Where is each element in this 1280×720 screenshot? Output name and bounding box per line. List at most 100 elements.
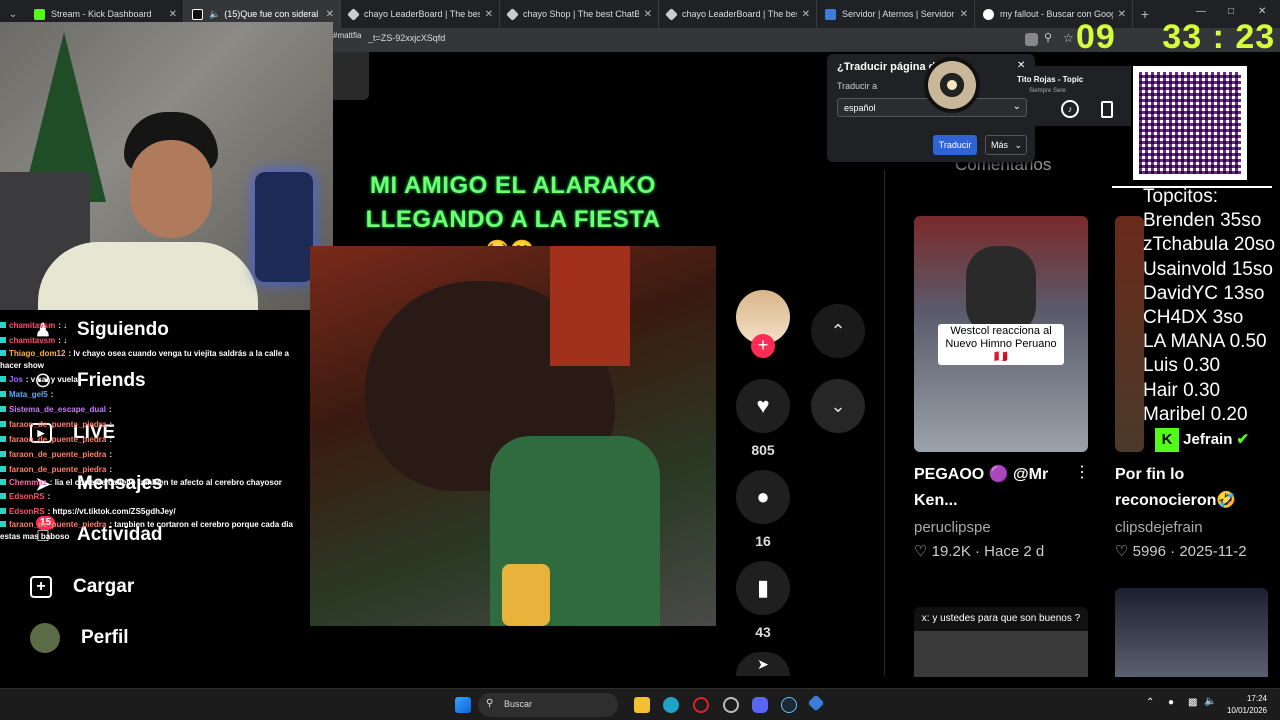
close-icon[interactable]: ✕ <box>644 9 652 20</box>
related-video-card-2[interactable] <box>1115 216 1144 452</box>
chat-text: ↓ <box>63 321 68 330</box>
tray-chevron-up-icon[interactable]: ⌃ <box>1146 697 1154 708</box>
upload-icon: + <box>30 576 52 598</box>
tab-chayo-leaderboard-2[interactable]: chayo LeaderBoard | The best Chat ✕ <box>659 0 817 28</box>
translate-title: ¿Traducir página de <box>837 61 942 73</box>
like-button[interactable]: ♥ <box>736 379 790 433</box>
chat-username[interactable]: faraon_de_puente_piedra <box>9 420 106 429</box>
tab-list-dropdown-icon[interactable]: ⌄ <box>0 9 26 20</box>
opera-icon[interactable] <box>693 697 709 713</box>
video-player[interactable] <box>310 246 716 626</box>
chat-username[interactable]: Mata_gel5 <box>9 390 48 399</box>
streamer-shirt <box>38 242 258 310</box>
close-icon[interactable]: ✕ <box>802 9 810 20</box>
chat-username[interactable]: Sistema_de_escape_dual <box>9 405 106 414</box>
more-options-icon[interactable]: ⋮ <box>1074 462 1090 482</box>
streamer-figure <box>38 112 258 310</box>
volume-icon[interactable]: 🔈 <box>1204 696 1216 707</box>
previous-video-button[interactable]: ⌃ <box>811 304 865 358</box>
tab-chayo-shop[interactable]: chayo Shop | The best ChatBot an ✕ <box>500 0 659 28</box>
card-title[interactable]: PEGAOO 🟣 @Mr Ken... <box>914 462 1074 514</box>
tiktok-icon[interactable]: ♪ <box>1061 100 1079 118</box>
profile-avatar <box>30 623 60 653</box>
file-explorer-icon[interactable] <box>634 697 650 713</box>
chat-message: EdsonRS: https://vt.tiktok.com/ZS5gdhJey… <box>0 504 306 519</box>
tab-aternos[interactable]: Servidor | Aternos | Servidor de M ✕ <box>817 0 975 28</box>
chat-username[interactable]: faraon_de_puente_piedra <box>9 520 106 529</box>
chat-badge-icon <box>0 508 6 514</box>
close-icon[interactable]: ✕ <box>960 9 968 20</box>
chat-username[interactable]: Chemmaz <box>9 478 47 487</box>
close-window-icon[interactable]: ✕ <box>1258 6 1266 17</box>
phone-icon[interactable] <box>1101 101 1113 118</box>
card-author[interactable]: peruclipspe <box>914 519 991 536</box>
tab-title: chayo LeaderBoard | The best Chat <box>364 9 480 19</box>
chat-separator: : <box>50 390 54 399</box>
qr-pattern <box>1139 72 1241 174</box>
more-button[interactable]: Más ⌄ <box>985 135 1027 155</box>
chat-username[interactable]: Jos <box>9 375 23 384</box>
topcitos-entry: Usainvold 15so <box>1143 258 1273 280</box>
taskbar-search[interactable]: ⚲ Buscar <box>478 693 618 717</box>
chat-username[interactable]: faraon_de_puente_piedra <box>9 450 106 459</box>
close-icon[interactable]: ✕ <box>326 9 334 20</box>
chat-text: lia el corte de cabello tambien te afect… <box>54 478 282 487</box>
close-icon[interactable]: ✕ <box>169 9 177 20</box>
translate-icon[interactable] <box>1025 33 1038 46</box>
microphone-icon[interactable]: ● <box>1168 697 1174 708</box>
settings-gear-icon[interactable] <box>723 697 739 713</box>
related-video-card-3[interactable]: x: y ustedes para que son buenos ? <box>914 607 1088 677</box>
chat-message: Chemmaz: lia el corte de cabello tambien… <box>0 477 306 489</box>
chat-username[interactable]: chamitavsm <box>9 336 55 345</box>
related-video-card-4[interactable] <box>1115 588 1268 677</box>
card-author[interactable]: clipsdejefrain <box>1115 519 1203 536</box>
speaker-icon[interactable]: 🔈 <box>209 9 220 20</box>
translate-button[interactable]: Traducir <box>933 135 977 155</box>
app-icon[interactable] <box>807 694 825 712</box>
stream-chat-overlay: chamitavsm: ↓ chamitavsm: ↓ Thiago_dom12: … <box>0 318 306 543</box>
chat-username[interactable]: faraon_de_puente_piedra <box>9 465 106 474</box>
card-title[interactable]: Por fin lo reconocieron🤣 <box>1115 462 1275 514</box>
edge-icon[interactable] <box>663 697 679 713</box>
save-button[interactable]: ▮ <box>736 561 790 615</box>
tab-chayo-leaderboard[interactable]: chayo LeaderBoard | The best Chat ✕ <box>341 0 500 28</box>
kick-favicon <box>34 8 45 20</box>
taskbar-time[interactable]: 17:24 <box>1221 694 1267 703</box>
chat-username[interactable]: chamitavsm <box>9 321 55 330</box>
card-overlay-text: Westcol reacciona al Nuevo Himno Peruano… <box>938 324 1064 365</box>
discord-icon[interactable] <box>752 697 768 713</box>
nav-profile[interactable]: Perfil <box>30 623 129 653</box>
next-video-button[interactable]: ⌄ <box>811 379 865 433</box>
minimize-icon[interactable]: — <box>1196 6 1206 17</box>
follow-plus-icon[interactable]: + <box>751 334 775 358</box>
steam-icon[interactable] <box>781 697 797 713</box>
chat-username[interactable]: Thiago_dom12 <box>9 349 65 358</box>
card3-caption: x: y ustedes para que son buenos ? <box>921 613 1081 624</box>
chat-message: faraon_de_puente_piedra: <box>0 447 306 462</box>
card-thumbnail-person <box>966 246 1036 336</box>
close-icon[interactable]: ✕ <box>1017 60 1025 71</box>
taskbar-date[interactable]: 10/01/2026 <box>1221 706 1267 715</box>
chat-username[interactable]: faraon_de_puente_piedra <box>9 435 106 444</box>
nav-upload[interactable]: + Cargar <box>30 572 134 602</box>
card-stats: ♡ 5996 · 2025-11-2 <box>1115 542 1268 560</box>
chat-separator: : <box>47 492 51 501</box>
windows-start-icon[interactable] <box>455 697 471 713</box>
zoom-icon[interactable]: ⚲ <box>1044 31 1052 44</box>
url-text[interactable]: _t=ZS-92xxjcXSqfd <box>368 33 445 43</box>
card-date: 2025-11-2 <box>1179 543 1247 560</box>
like-count: 805 <box>751 442 775 458</box>
comment-button[interactable]: ● <box>736 470 790 524</box>
maximize-icon[interactable]: □ <box>1228 6 1234 17</box>
close-icon[interactable]: ✕ <box>485 9 493 20</box>
chat-username[interactable]: EdsonRS <box>9 507 45 516</box>
bookmark-star-icon[interactable]: ☆ <box>1063 31 1074 45</box>
related-video-card-1[interactable]: Westcol reacciona al Nuevo Himno Peruano… <box>914 216 1088 452</box>
tab-title: chayo Shop | The best ChatBot an <box>523 9 639 19</box>
chat-username[interactable]: EdsonRS <box>9 492 45 501</box>
chat-message: faraon_de_puente_piedra: tambien te cort… <box>0 519 306 543</box>
chat-badge-icon <box>0 337 6 343</box>
chat-message: chamitavsm: ↓ <box>0 318 306 333</box>
topcitos-overlay: Topcitos: Brenden 35so zTchabula 20so Us… <box>1143 185 1275 427</box>
network-icon[interactable]: ▩ <box>1188 697 1197 708</box>
